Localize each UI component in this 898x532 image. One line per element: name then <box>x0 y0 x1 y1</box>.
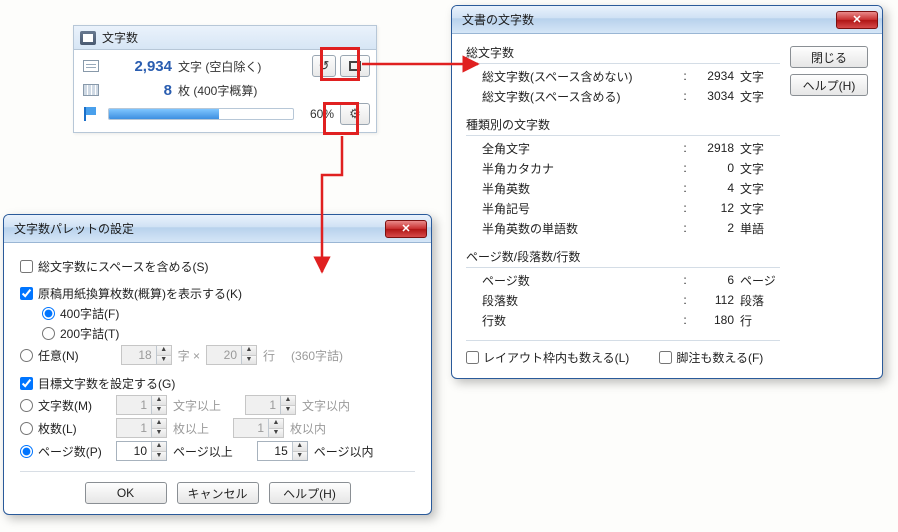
sheet-count-label: 枚 (400字概算) <box>178 82 257 99</box>
stats-title: 文書の文字数 <box>462 11 534 28</box>
sheet-count-value: 8 <box>102 82 178 99</box>
radio-target-pages[interactable]: ページ数(P) <box>20 443 110 460</box>
settings-button[interactable] <box>340 103 370 125</box>
radio-200[interactable]: 200字詰(T) <box>42 325 415 342</box>
sheet-count-row: 8 枚 (400字概算) <box>80 78 370 102</box>
target-sheets-max-spinner: 1▲▼ <box>233 418 284 438</box>
check-set-target[interactable]: 目標文字数を設定する(G) <box>20 375 415 392</box>
any-rows-spinner: 20▲▼ <box>206 345 257 365</box>
stats-help-button[interactable]: ヘルプ(H) <box>790 74 868 96</box>
radio-any[interactable]: 任意(N) <box>20 347 79 364</box>
document-icon <box>80 60 102 72</box>
stat-row: 総文字数(スペース含めない): 2934 文字 <box>482 66 780 86</box>
radio-target-chars[interactable]: 文字数(M) <box>20 397 110 414</box>
char-count-label: 文字 (空白除く) <box>178 58 261 75</box>
target-pages-min-spinner[interactable]: 10▲▼ <box>116 441 167 461</box>
close-button[interactable]: ✕ <box>836 11 878 29</box>
ok-button[interactable]: OK <box>85 482 167 504</box>
target-pages-max-spinner[interactable]: 15▲▼ <box>257 441 308 461</box>
target-sheets-min-spinner: 1▲▼ <box>116 418 167 438</box>
progress-row: 60% <box>80 102 370 126</box>
group-total-title: 総文字数 <box>466 44 780 61</box>
flag-icon <box>80 107 102 121</box>
undo-icon <box>319 58 330 74</box>
check-layout-frames[interactable]: レイアウト枠内も数える(L) <box>466 349 629 366</box>
settings-titlebar[interactable]: 文字数パレットの設定 ✕ <box>4 215 431 243</box>
stats-close-button[interactable]: 閉じる <box>790 46 868 68</box>
target-chars-max-spinner: 1▲▼ <box>245 395 296 415</box>
target-chars-min-spinner: 1▲▼ <box>116 395 167 415</box>
stat-row: 総文字数(スペース含める): 3034 文字 <box>482 86 780 106</box>
help-button[interactable]: ヘルプ(H) <box>269 482 351 504</box>
any-cols-spinner: 18▲▼ <box>121 345 172 365</box>
progress-percent: 60% <box>300 107 334 121</box>
group-pages-title: ページ数/段落数/行数 <box>466 248 780 265</box>
group-by-type: 種類別の文字数 全角文字:2918文字 半角カタカナ:0文字 半角英数:4文字 … <box>466 116 780 240</box>
cancel-button[interactable]: キャンセル <box>177 482 259 504</box>
undo-button[interactable] <box>312 55 336 77</box>
char-stats-dialog: 文書の文字数 ✕ 総文字数 総文字数(スペース含めない): 2934 文字 総文… <box>451 5 883 379</box>
progress-bar <box>108 108 294 120</box>
close-button[interactable]: ✕ <box>385 220 427 238</box>
palette-settings-dialog: 文字数パレットの設定 ✕ 総文字数にスペースを含める(S) 原稿用紙換算枚数(概… <box>3 214 432 515</box>
sheet-icon <box>80 84 102 96</box>
group-by-type-title: 種類別の文字数 <box>466 116 780 133</box>
radio-target-sheets[interactable]: 枚数(L) <box>20 420 110 437</box>
char-count-row: 2,934 文字 (空白除く) <box>80 54 370 78</box>
check-show-sheets[interactable]: 原稿用紙換算枚数(概算)を表示する(K) <box>20 285 415 302</box>
radio-400[interactable]: 400字詰(F) <box>42 305 415 322</box>
check-footnotes[interactable]: 脚注も数える(F) <box>659 349 763 366</box>
palette-title-text: 文字数 <box>102 29 138 46</box>
char-count-palette: 文字数 2,934 文字 (空白除く) 8 枚 (400字概算) 60% <box>73 25 377 133</box>
char-count-value: 2,934 <box>102 58 178 75</box>
group-pages: ページ数/段落数/行数 ページ数:6ページ 段落数:112段落 行数:180行 <box>466 248 780 332</box>
palette-icon <box>80 31 96 45</box>
gear-icon <box>349 106 361 122</box>
check-include-space[interactable]: 総文字数にスペースを含める(S) <box>20 258 415 275</box>
stats-titlebar[interactable]: 文書の文字数 ✕ <box>452 6 882 34</box>
palette-titlebar[interactable]: 文字数 <box>74 26 376 50</box>
window-icon <box>349 61 361 71</box>
settings-title: 文字数パレットの設定 <box>14 220 134 237</box>
detail-dialog-button[interactable] <box>340 55 370 77</box>
group-total: 総文字数 総文字数(スペース含めない): 2934 文字 総文字数(スペース含め… <box>466 44 780 108</box>
